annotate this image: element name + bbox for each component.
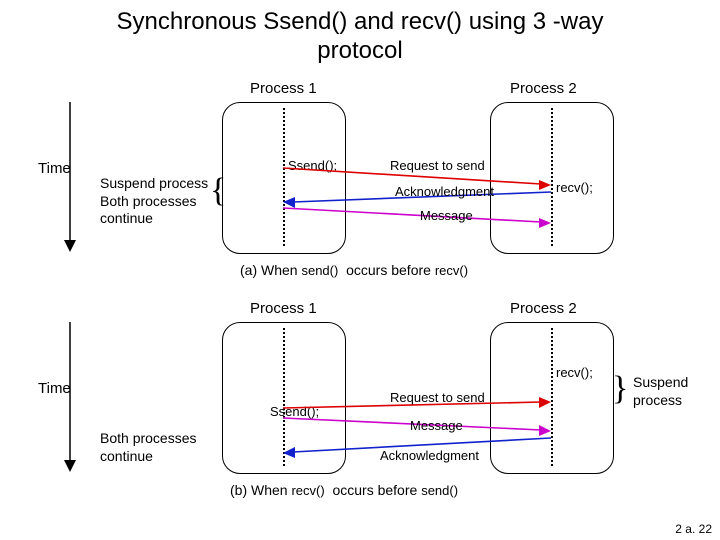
side-note-a: Suspend process Both processes continue — [100, 175, 215, 228]
scenario-a: Process 1 Process 2 Time Suspend process… — [0, 80, 720, 290]
req-label-a: Request to send — [390, 158, 485, 173]
time-label-b: Time — [38, 380, 71, 397]
both-continue-text-a: Both processes continue — [100, 193, 197, 227]
suspend-process-text-a: Suspend process — [100, 175, 208, 191]
suspend-process-text-b: Suspend process — [633, 374, 688, 408]
title-line2: protocol — [317, 37, 402, 64]
arrows-a — [283, 110, 553, 250]
title-line1: Synchronous Ssend() and recv() using 3 -… — [117, 8, 604, 35]
brace-b: } — [612, 372, 628, 406]
cap-b-2: recv() — [291, 483, 324, 498]
cap-b-3: occurs before — [329, 482, 422, 498]
both-continue-b: Both processes continue — [100, 430, 215, 465]
suspend-b: Suspend process — [633, 374, 713, 409]
cap-a-3: occurs before — [342, 262, 435, 278]
process2-label-a: Process 2 — [510, 80, 577, 97]
recv-label-a: recv(); — [556, 180, 593, 195]
time-axis-a — [60, 102, 80, 252]
caption-a: (a) When send() occurs before recv() — [240, 262, 468, 278]
scenario-b: Process 1 Process 2 Time Both processes … — [0, 300, 720, 515]
process1-label-a: Process 1 — [250, 80, 317, 97]
page-title: Synchronous Ssend() and recv() using 3 -… — [0, 0, 720, 66]
process1-label-b: Process 1 — [250, 300, 317, 317]
page-footer: 2 a. 22 — [675, 522, 712, 536]
recv-label-b: recv(); — [556, 365, 593, 380]
cap-a-2: send() — [301, 263, 338, 278]
req-label-b: Request to send — [390, 390, 485, 405]
cap-b-1: (b) When — [230, 482, 291, 498]
ack-label-b: Acknowledgment — [380, 448, 479, 463]
brace-a: { — [210, 174, 226, 208]
cap-b-4: send() — [421, 483, 458, 498]
cap-a-1: (a) When — [240, 262, 301, 278]
msg-label-b: Message — [410, 418, 463, 433]
time-label-a: Time — [38, 160, 71, 177]
caption-b: (b) When recv() occurs before send() — [230, 482, 458, 498]
time-axis-b — [60, 322, 80, 472]
ack-label-a: Acknowledgment — [395, 184, 494, 199]
msg-label-a: Message — [420, 208, 473, 223]
process2-label-b: Process 2 — [510, 300, 577, 317]
cap-a-4: recv() — [435, 263, 468, 278]
